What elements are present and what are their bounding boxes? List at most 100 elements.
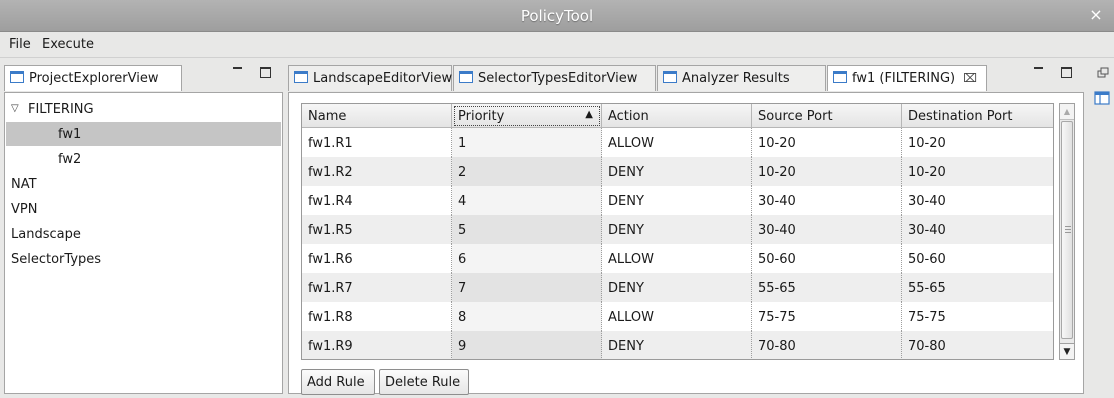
table-cell[interactable]: 6 [452,244,602,273]
table-cell[interactable]: 7 [452,273,602,302]
side-toolbar [1090,62,1114,122]
table-cell[interactable]: fw1.R4 [302,186,452,215]
table-cell[interactable]: 2 [452,157,602,186]
table-cell[interactable]: 30-40 [902,186,1053,215]
table-cell[interactable]: ALLOW [602,128,752,157]
table-cell[interactable]: DENY [602,157,752,186]
tab-label: SelectorTypesEditorView [478,71,638,86]
table-cell[interactable]: 30-40 [902,215,1053,244]
tab-landscape-editor[interactable]: LandscapeEditorView [288,65,452,91]
table-header: Name Priority ▲ Action Source Port Desti… [302,104,1053,128]
scroll-thumb[interactable] [1061,121,1073,339]
expanded-arrow-icon[interactable]: ▽ [11,103,19,114]
table-cell[interactable]: 4 [452,186,602,215]
table-cell[interactable]: DENY [602,273,752,302]
table-cell[interactable]: fw1.R7 [302,273,452,302]
table-cell[interactable]: 50-60 [902,244,1053,273]
table-cell[interactable]: 70-80 [752,331,902,359]
table-cell[interactable]: DENY [602,215,752,244]
tree-item-fw1[interactable]: fw1 [6,122,281,146]
project-explorer-panel: ProjectExplorerView ▽ FILTERING fw1 fw2 … [4,62,283,394]
tree-item-label: VPN [11,202,38,217]
table-cell[interactable]: fw1.R1 [302,128,452,157]
menu-execute[interactable]: Execute [42,37,94,52]
grip-icon [1065,226,1071,233]
tree-item-label: NAT [11,177,37,192]
close-window-button[interactable]: × [1088,6,1104,24]
tab-selector-types-editor[interactable]: SelectorTypesEditorView [453,65,656,91]
tab-analyzer-results[interactable]: Analyzer Results [657,65,826,91]
tree-item-landscape[interactable]: Landscape [6,222,281,246]
table-cell[interactable]: 9 [452,331,602,359]
table-cell[interactable]: DENY [602,186,752,215]
table-cell[interactable]: fw1.R8 [302,302,452,331]
table-cell[interactable]: 10-20 [752,157,902,186]
add-rule-button[interactable]: Add Rule [301,369,375,395]
table-row[interactable]: fw1.R6 6 ALLOW 50-60 50-60 [302,244,1053,273]
column-header-label: Priority [458,109,505,124]
tab-label: fw1 (FILTERING) [852,71,956,86]
table-cell[interactable]: 75-75 [902,302,1053,331]
column-header-destination-port[interactable]: Destination Port [902,104,1053,128]
table-row[interactable]: fw1.R5 5 DENY 30-40 30-40 [302,215,1053,244]
table-cell[interactable]: 30-40 [752,186,902,215]
window-title: PolicyTool [520,7,594,25]
table-cell[interactable]: DENY [602,331,752,359]
table-row[interactable]: fw1.R9 9 DENY 70-80 70-80 [302,331,1053,359]
table-row[interactable]: fw1.R2 2 DENY 10-20 10-20 [302,157,1053,186]
table-cell[interactable]: ALLOW [602,302,752,331]
maximize-icon[interactable] [260,67,271,78]
table-cell[interactable]: 8 [452,302,602,331]
table-cell[interactable]: 10-20 [902,128,1053,157]
table-cell[interactable]: fw1.R5 [302,215,452,244]
table-cell[interactable]: 55-65 [752,273,902,302]
table-cell[interactable]: 1 [452,128,602,157]
tree-item-vpn[interactable]: VPN [6,197,281,221]
table-cell[interactable]: 75-75 [752,302,902,331]
table-cell[interactable]: 10-20 [902,157,1053,186]
table-row[interactable]: fw1.R4 4 DENY 30-40 30-40 [302,186,1053,215]
view-tab-icon [10,71,24,83]
delete-rule-button[interactable]: Delete Rule [379,369,469,395]
project-tree: ▽ FILTERING fw1 fw2 NAT VPN Landscape Se… [4,92,283,394]
tree-item-filtering[interactable]: ▽ FILTERING [6,97,281,121]
close-tab-icon[interactable]: ⌧ [963,71,977,85]
scroll-up-icon[interactable]: ▲ [1060,104,1074,120]
view-tab-icon [294,71,308,83]
tree-item-label: Landscape [11,227,81,242]
column-header-name[interactable]: Name [302,104,452,128]
table-row[interactable]: fw1.R7 7 DENY 55-65 55-65 [302,273,1053,302]
vertical-scrollbar[interactable]: ▲ ▼ [1059,103,1075,360]
table-row[interactable]: fw1.R8 8 ALLOW 75-75 75-75 [302,302,1053,331]
restore-icon[interactable] [1097,67,1109,78]
minimize-icon[interactable] [233,67,242,72]
tree-item-label: fw2 [58,152,82,167]
table-cell[interactable]: 70-80 [902,331,1053,359]
menu-file[interactable]: File [9,37,31,52]
tab-project-explorer[interactable]: ProjectExplorerView [4,65,182,91]
maximize-icon[interactable] [1061,67,1072,78]
tab-fw1-filtering[interactable]: fw1 (FILTERING) ⌧ [827,65,987,91]
tree-item-fw2[interactable]: fw2 [6,147,281,171]
table-cell[interactable]: fw1.R2 [302,157,452,186]
sort-ascending-icon: ▲ [585,109,593,120]
column-header-priority[interactable]: Priority ▲ [452,104,602,128]
minimize-icon[interactable] [1034,67,1043,72]
table-row[interactable]: fw1.R1 1 ALLOW 10-20 10-20 [302,128,1053,157]
scroll-down-icon[interactable]: ▼ [1060,343,1074,359]
tree-item-nat[interactable]: NAT [6,172,281,196]
tree-item-selectortypes[interactable]: SelectorTypes [6,247,281,271]
rules-table: Name Priority ▲ Action Source Port Desti… [301,103,1054,360]
view-tab-icon [459,71,473,83]
table-cell[interactable]: fw1.R9 [302,331,452,359]
table-cell[interactable]: 10-20 [752,128,902,157]
table-cell[interactable]: ALLOW [602,244,752,273]
table-cell[interactable]: 30-40 [752,215,902,244]
table-cell[interactable]: 50-60 [752,244,902,273]
table-cell[interactable]: fw1.R6 [302,244,452,273]
column-header-source-port[interactable]: Source Port [752,104,902,128]
layout-icon[interactable] [1094,91,1110,105]
column-header-action[interactable]: Action [602,104,752,128]
table-cell[interactable]: 55-65 [902,273,1053,302]
table-cell[interactable]: 5 [452,215,602,244]
